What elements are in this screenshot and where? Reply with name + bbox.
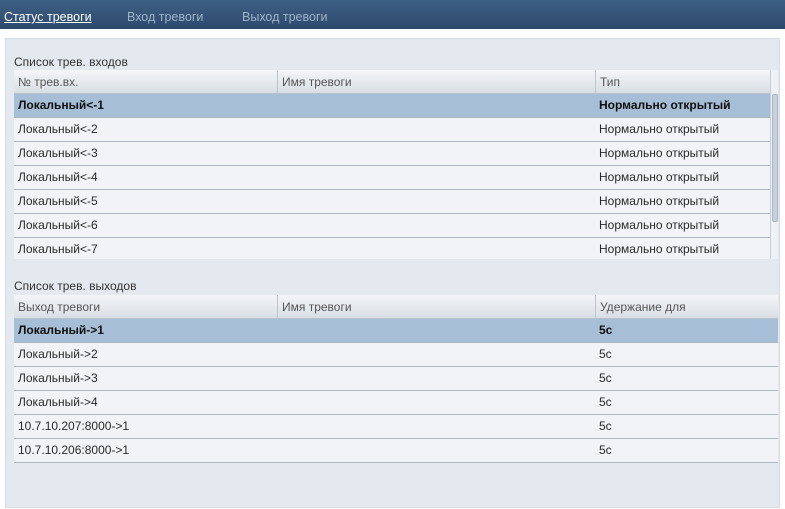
type-cell: Нормально открытый: [599, 170, 720, 184]
alarm-input-list-title: Список трев. входов: [14, 55, 128, 69]
alarm-input-table-header: № трев.вх. Имя тревоги Тип: [14, 70, 778, 94]
alarm-input-table: № трев.вх. Имя тревоги Тип Локальный<-1 Н…: [14, 70, 778, 259]
alarm-name-cell: [277, 166, 595, 189]
table-row[interactable]: Локальный<-1 Нормально открытый: [14, 94, 778, 118]
alarm-name-cell: [277, 391, 595, 414]
table-row[interactable]: Локальный->3 5c: [14, 367, 778, 391]
type-cell: Нормально открытый: [599, 146, 720, 160]
input-number-cell: Локальный<-3: [18, 146, 98, 160]
tab-alarm-status[interactable]: Статус тревоги: [4, 9, 92, 25]
type-cell: Нормально открытый: [599, 122, 720, 136]
table-row[interactable]: Локальный->2 5c: [14, 343, 778, 367]
alarm-name-cell: [277, 190, 595, 213]
alarm-output-table-header: Выход тревоги Имя тревоги Удержание для: [14, 295, 778, 319]
alarm-name-cell: [277, 142, 595, 165]
column-header-type[interactable]: Тип: [595, 70, 778, 94]
alarm-name-cell: [277, 319, 595, 342]
table-row[interactable]: Локальный<-6 Нормально открытый: [14, 214, 778, 238]
hold-time-cell: 5c: [599, 443, 612, 457]
hold-time-cell: 5c: [599, 347, 612, 361]
table-row[interactable]: Локальный<-4 Нормально открытый: [14, 166, 778, 190]
output-number-cell: Локальный->3: [18, 371, 98, 385]
output-number-cell: 10.7.10.206:8000->1: [18, 443, 130, 457]
column-header-alarm-name[interactable]: Имя тревоги: [277, 295, 595, 319]
column-header-alarm-name[interactable]: Имя тревоги: [277, 70, 595, 94]
output-number-cell: Локальный->2: [18, 347, 98, 361]
column-header-hold-time[interactable]: Удержание для: [595, 295, 778, 319]
hold-time-cell: 5c: [599, 419, 612, 433]
input-number-cell: Локальный<-2: [18, 122, 98, 136]
alarm-input-scrollbar[interactable]: [770, 70, 778, 259]
hold-time-cell: 5c: [599, 371, 612, 385]
alarm-name-cell: [277, 118, 595, 141]
hold-time-cell: 5c: [599, 323, 613, 337]
hold-time-cell: 5c: [599, 395, 612, 409]
column-header-input-number[interactable]: № трев.вх.: [14, 70, 277, 94]
alarm-input-scroll-thumb[interactable]: [772, 94, 778, 222]
tab-alarm-input[interactable]: Вход тревоги: [127, 9, 203, 25]
type-cell: Нормально открытый: [599, 242, 720, 256]
input-number-cell: Локальный<-6: [18, 218, 98, 232]
alarm-name-cell: [277, 439, 595, 462]
tab-bar: Статус тревоги Вход тревоги Выход тревог…: [0, 0, 785, 29]
column-header-alarm-output[interactable]: Выход тревоги: [14, 295, 277, 319]
type-cell: Нормально открытый: [599, 194, 720, 208]
table-row[interactable]: Локальный<-2 Нормально открытый: [14, 118, 778, 142]
output-number-cell: Локальный->4: [18, 395, 98, 409]
alarm-status-window: Статус тревоги Вход тревоги Выход тревог…: [0, 0, 785, 509]
table-row[interactable]: 10.7.10.206:8000->1 5c: [14, 439, 778, 463]
table-row[interactable]: Локальный<-3 Нормально открытый: [14, 142, 778, 166]
alarm-name-cell: [277, 94, 595, 117]
input-number-cell: Локальный<-1: [18, 98, 104, 112]
content-panel: Список трев. входов № трев.вх. Имя трево…: [5, 38, 780, 508]
input-number-cell: Локальный<-5: [18, 194, 98, 208]
type-cell: Нормально открытый: [599, 98, 731, 112]
table-row[interactable]: Локальный->4 5c: [14, 391, 778, 415]
alarm-output-list-title: Список трев. выходов: [14, 279, 137, 293]
alarm-output-table: Выход тревоги Имя тревоги Удержание для …: [14, 295, 778, 471]
alarm-name-cell: [277, 214, 595, 237]
alarm-output-rows: Локальный->1 5c Локальный->2 5c Локальный->3…: [14, 319, 778, 463]
output-number-cell: 10.7.10.207:8000->1: [18, 419, 130, 433]
type-cell: Нормально открытый: [599, 218, 720, 232]
alarm-name-cell: [277, 415, 595, 438]
alarm-name-cell: [277, 238, 595, 259]
alarm-name-cell: [277, 367, 595, 390]
alarm-input-rows: Локальный<-1 Нормально открытый Локальный<…: [14, 94, 778, 259]
output-number-cell: Локальный->1: [18, 323, 104, 337]
table-row[interactable]: Локальный->1 5c: [14, 319, 778, 343]
table-row[interactable]: 10.7.10.207:8000->1 5c: [14, 415, 778, 439]
table-row[interactable]: Локальный<-5 Нормально открытый: [14, 190, 778, 214]
alarm-name-cell: [277, 343, 595, 366]
tab-alarm-output[interactable]: Выход тревоги: [242, 9, 328, 25]
table-row[interactable]: Локальный<-7 Нормально открытый: [14, 238, 778, 259]
input-number-cell: Локальный<-4: [18, 170, 98, 184]
input-number-cell: Локальный<-7: [18, 242, 98, 256]
